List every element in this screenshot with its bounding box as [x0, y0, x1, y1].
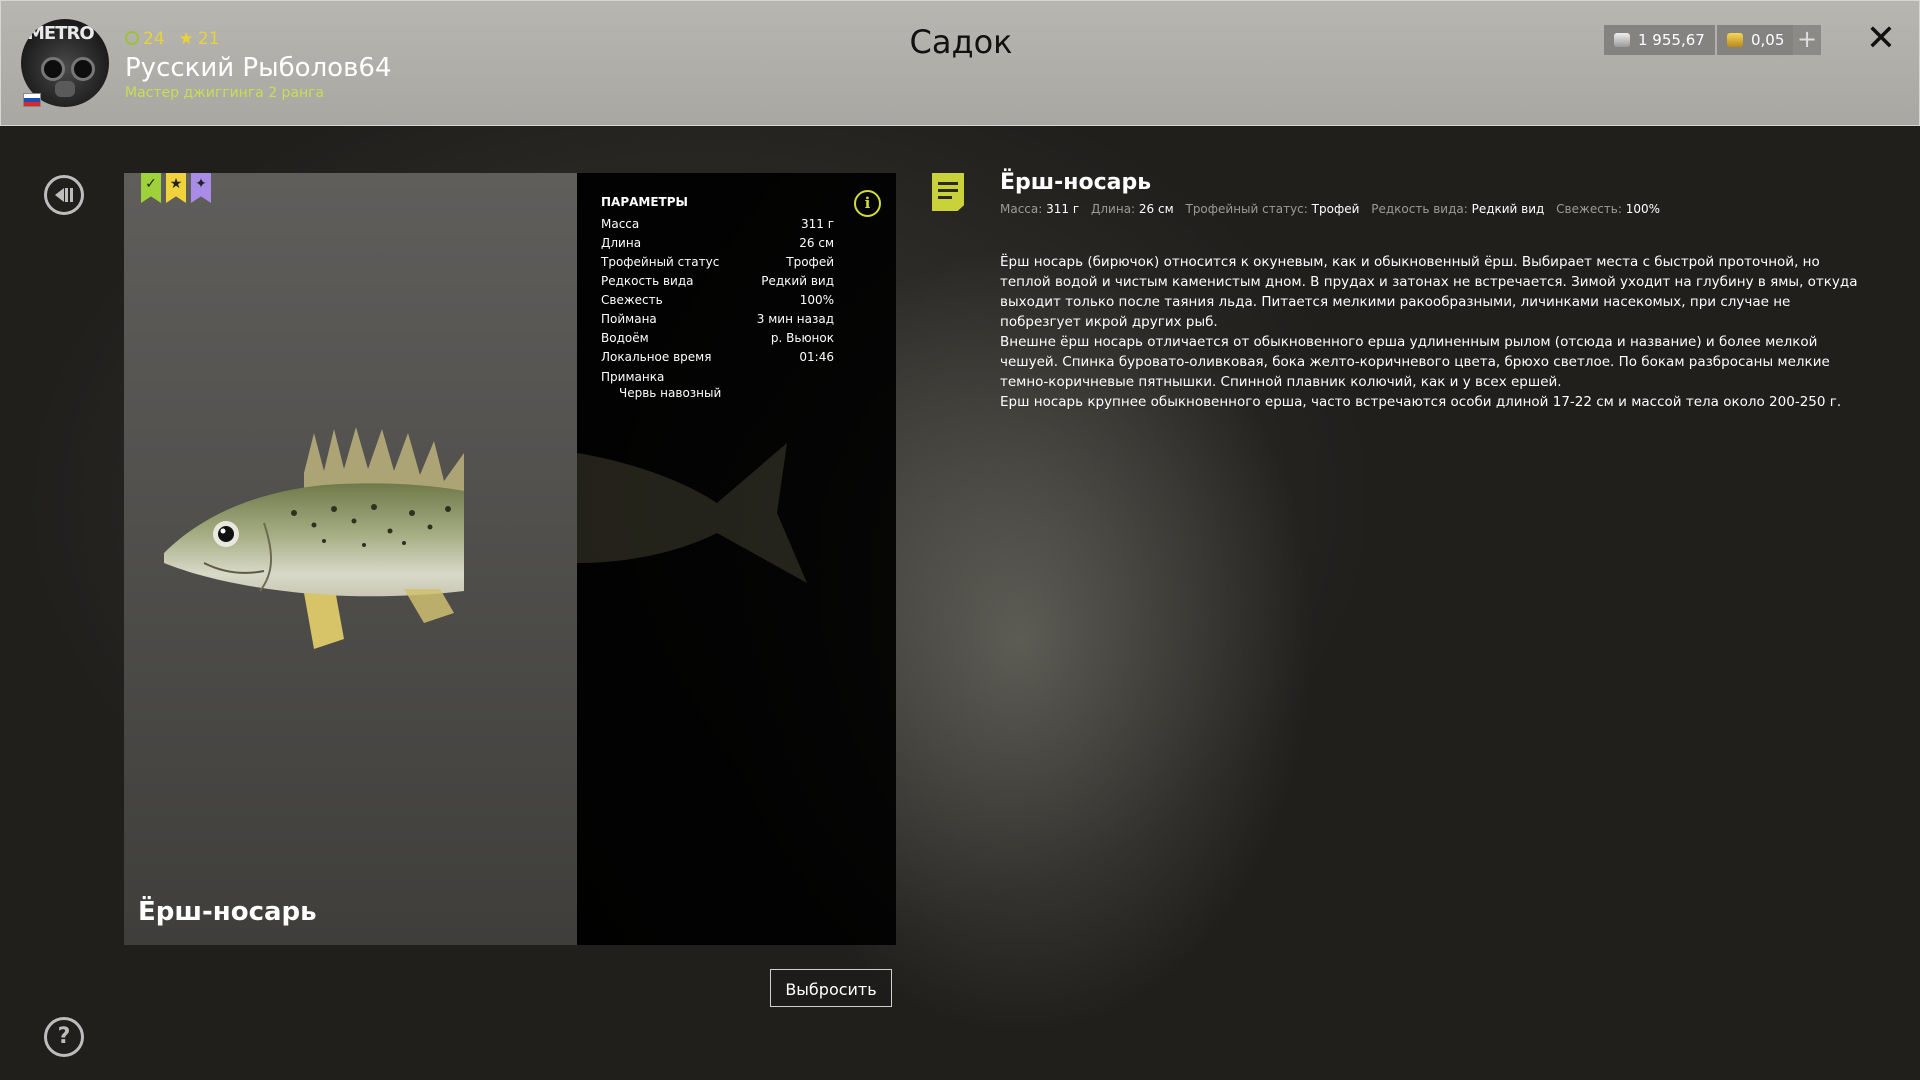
fish-name-overlay: Ёрш-носарь: [138, 897, 317, 927]
param-row-caught: Поймана 3 мин назад: [601, 312, 834, 331]
bait-value: Червь навозный: [619, 386, 722, 400]
param-value: 26 см: [799, 236, 834, 250]
close-button[interactable]: ✕: [1863, 21, 1899, 57]
param-value: 311 г: [800, 217, 834, 231]
meta-value: Редкий вид: [1471, 202, 1545, 216]
doc-line: [938, 196, 952, 199]
fish-illustration: [164, 427, 464, 649]
gold-balance: 0,05: [1717, 25, 1795, 55]
gasmask-filter-icon: [55, 81, 75, 97]
meta-value: 26 см: [1138, 202, 1174, 216]
silver-coins-icon: [1614, 33, 1630, 47]
silver-balance: 1 955,67: [1604, 25, 1715, 55]
param-value: р. Вьюнок: [770, 331, 834, 345]
meta-label: Трофейный статус:: [1185, 202, 1308, 216]
param-value: 01:46: [799, 350, 834, 364]
caught-check-badge-icon: ✓: [141, 173, 161, 203]
parameters-title: ПАРАМЕТРЫ: [601, 195, 688, 209]
back-bar-icon: [65, 188, 68, 202]
gold-amount: 0,05: [1751, 31, 1785, 49]
param-label: Масса: [601, 217, 640, 231]
back-bar-icon: [70, 188, 73, 202]
meta-label: Свежесть:: [1556, 202, 1622, 216]
param-value: Редкий вид: [761, 274, 834, 288]
param-label: Редкость вида: [601, 274, 694, 288]
param-row-trophy-status: Трофейный статус Трофей: [601, 255, 834, 274]
param-label: Свежесть: [601, 293, 663, 307]
param-label: Поймана: [601, 312, 657, 326]
param-row-length: Длина 26 см: [601, 236, 834, 255]
add-currency-button[interactable]: +: [1793, 25, 1821, 55]
param-label: Длина: [601, 236, 642, 250]
back-arrow-icon: [55, 188, 64, 202]
meta-label: Редкость вида:: [1371, 202, 1468, 216]
fish-badges: ✓ ★ ✦: [141, 173, 211, 203]
description-title: Ёрш-носарь: [1000, 170, 1152, 195]
player-rank: Мастер джиггинга 2 ранга: [125, 85, 325, 101]
param-row-mass: Масса 311 г: [601, 217, 834, 236]
fish-tail-silhouette: [577, 443, 807, 583]
meta-label: Масса:: [1000, 202, 1043, 216]
description-paragraph: Ерш носарь крупнее обыкновенного ерша, ч…: [1000, 394, 1842, 410]
gold-coins-icon: [1727, 33, 1743, 47]
parameters-panel: ПАРАМЕТРЫ i Масса 311 г Длина 26 см Трофей…: [577, 173, 896, 945]
meta-value: 100%: [1625, 202, 1661, 216]
param-label: Водоём: [601, 331, 649, 345]
param-row-waterbody: Водоём р. Вьюнок: [601, 331, 834, 350]
meta-value: Трофей: [1311, 202, 1360, 216]
description-paragraph: Ёрш носарь (бирючок) относится к окуневы…: [1000, 254, 1858, 330]
back-button[interactable]: [44, 175, 84, 215]
discard-button[interactable]: Выбросить: [770, 969, 892, 1007]
param-row-rarity: Редкость вида Редкий вид: [601, 274, 834, 293]
meta-value: 311 г: [1046, 202, 1080, 216]
param-row-freshness: Свежесть 100%: [601, 293, 834, 312]
param-value: 100%: [799, 293, 834, 307]
param-value: 3 мин назад: [756, 312, 834, 326]
doc-line: [938, 182, 958, 185]
description-paragraph: Внешне ёрш носарь отличается от обыкнове…: [1000, 334, 1830, 390]
bait-label: Приманка: [601, 370, 665, 384]
fish-card: ✓ ★ ✦ Ёрш-носарь ПАРАМЕТРЫ i Масса 311 г …: [124, 173, 896, 945]
param-value: Трофей: [786, 255, 834, 269]
info-icon[interactable]: i: [854, 190, 881, 217]
trophy-star-badge-icon: ★: [166, 173, 186, 203]
param-row-local-time: Локальное время 01:46: [601, 350, 834, 369]
russia-flag-icon: [23, 93, 41, 107]
help-button[interactable]: ?: [44, 1017, 84, 1057]
description-meta: Масса: 311 г Длина: 26 см Трофейный стат…: [1000, 202, 1668, 216]
rare-badge-icon: ✦: [191, 173, 211, 203]
silver-amount: 1 955,67: [1638, 31, 1705, 49]
description-body: Ёрш носарь (бирючок) относится к окуневы…: [1000, 252, 1860, 412]
description-document-icon: [932, 173, 964, 211]
meta-label: Длина:: [1091, 202, 1136, 216]
param-label: Трофейный статус: [601, 255, 720, 269]
top-bar: METRO 24 ★ 21 Русский Рыболов64 Мастер дж…: [0, 0, 1920, 126]
doc-line: [938, 189, 958, 192]
fish-image: ✓ ★ ✦ Ёрш-носарь: [124, 173, 577, 945]
parameters-list: Масса 311 г Длина 26 см Трофейный статус Тр…: [601, 217, 834, 369]
param-label: Локальное время: [601, 350, 712, 364]
